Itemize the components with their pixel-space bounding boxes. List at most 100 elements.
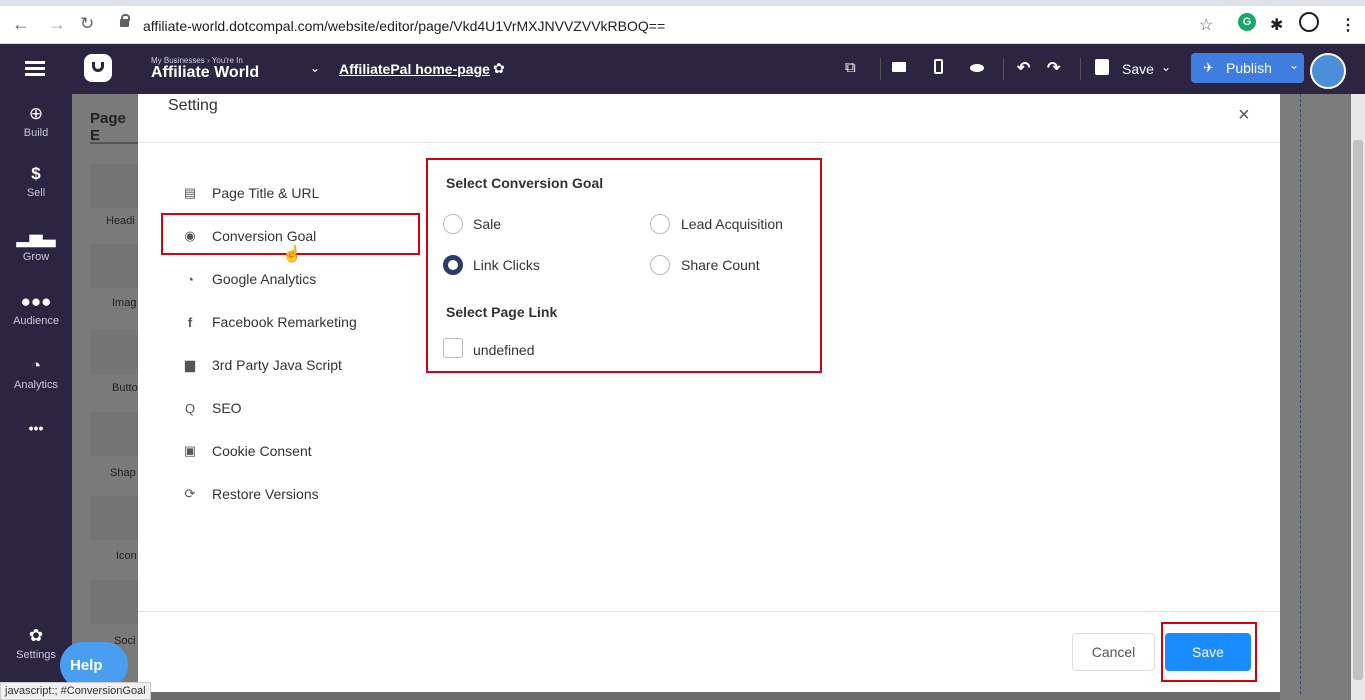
sidebar-item-grow[interactable]: ▂▅▃ Grow [0, 228, 72, 263]
modal-title: Setting [168, 97, 218, 114]
sidebar-item-sell[interactable]: $ Sell [0, 164, 72, 199]
option-label: Share Count [681, 257, 760, 273]
element-label: Shap [110, 467, 136, 479]
menu-item-seo[interactable]: Q SEO [182, 396, 242, 420]
people-icon: ●●● [20, 292, 52, 311]
menu-item-facebook-remarketing[interactable]: f Facebook Remarketing [182, 310, 357, 334]
menu-item-label: 3rd Party Java Script [212, 357, 342, 373]
bar-chart-icon: ▂▅▃ [16, 228, 56, 247]
divider [1080, 58, 1081, 80]
sidebar-item-label: Sell [26, 187, 46, 199]
radio-lead-acquisition[interactable] [650, 214, 670, 234]
preview-eye-icon[interactable] [970, 64, 984, 72]
option-label: Link Clicks [473, 257, 540, 273]
page-link-title: Select Page Link [446, 304, 558, 320]
hand-cursor-icon: ☝ [282, 246, 302, 263]
close-icon[interactable]: × [1238, 104, 1250, 127]
business-name[interactable]: Affiliate World [151, 64, 259, 82]
back-arrow-icon[interactable]: ← [12, 15, 30, 33]
scrollbar[interactable] [1351, 94, 1365, 700]
browser-menu-icon[interactable]: ⋮ [1340, 15, 1356, 35]
sidebar-item-analytics[interactable]: ◔ Analytics [0, 356, 72, 391]
script-icon: ▆ [185, 357, 195, 372]
menu-item-page-title-url[interactable]: ▤ Page Title & URL [182, 181, 320, 205]
element-label: Imag [112, 297, 137, 309]
menu-item-label: Facebook Remarketing [212, 314, 357, 330]
redo-icon[interactable]: ↷ [1047, 58, 1060, 78]
element-tile[interactable] [90, 244, 138, 288]
save-disk-icon[interactable] [1095, 59, 1109, 75]
settings-gear-icon: ✿ [28, 626, 44, 645]
menu-item-label: Page Title & URL [212, 185, 320, 201]
publish-button[interactable]: ✈ Publish ⌄ [1191, 53, 1304, 83]
cancel-button[interactable]: Cancel [1072, 633, 1155, 671]
profile-icon[interactable] [1299, 12, 1319, 32]
grammarly-extension-icon[interactable]: G [1238, 13, 1256, 31]
analytics-icon: ◔ [30, 356, 42, 375]
forward-arrow-icon[interactable]: → [48, 15, 66, 33]
sidebar-item-label: Build [23, 127, 49, 139]
save-dropdown-chevron-icon[interactable]: ⌄ [1161, 60, 1171, 74]
menu-item-3rd-party-javascript[interactable]: ▆ 3rd Party Java Script [182, 353, 342, 377]
option-label: Sale [473, 216, 502, 232]
facebook-icon: f [187, 314, 193, 330]
sidebar-item-audience[interactable]: ●●● Audience [0, 292, 72, 327]
menu-item-google-analytics[interactable]: ◔ Google Analytics [182, 267, 316, 291]
scrollbar-thumb[interactable] [1353, 140, 1363, 680]
radio-sale[interactable] [443, 214, 463, 234]
divider [880, 58, 881, 80]
hamburger-menu-icon[interactable] [25, 61, 45, 77]
reload-icon[interactable]: ↻ [80, 15, 94, 33]
settings-modal: Setting × ▤ Page Title & URL ◉ Conversio… [138, 94, 1280, 692]
element-label: Icon [116, 550, 137, 562]
desktop-view-icon[interactable] [892, 62, 906, 72]
radio-share-count[interactable] [650, 255, 670, 275]
menu-item-label: SEO [212, 400, 242, 416]
mobile-view-icon[interactable] [934, 59, 943, 74]
chevron-down-icon[interactable]: ⌄ [310, 61, 320, 75]
option-label: Lead Acquisition [681, 216, 783, 232]
element-tile[interactable] [90, 412, 138, 456]
panel-title: Page E [90, 110, 126, 144]
menu-item-cookie-consent[interactable]: ▣ Cookie Consent [182, 439, 312, 463]
layers-icon[interactable]: ⧉ [845, 59, 856, 76]
star-icon[interactable]: ☆ [1199, 15, 1213, 35]
lock-icon [120, 14, 130, 27]
modal-header: Setting × [138, 94, 1280, 143]
more-icon: ••• [28, 420, 44, 436]
canvas-guide-line [1300, 94, 1301, 694]
page-settings-gear-icon[interactable]: ✿ [493, 60, 505, 77]
sidebar-item-label: Analytics [13, 379, 59, 391]
app-logo-icon [84, 54, 112, 82]
user-avatar[interactable] [1310, 53, 1346, 89]
save-highlight-box [1161, 622, 1257, 682]
sidebar-item-build[interactable]: ⊕ Build [0, 104, 72, 139]
sidebar-item-label: Grow [22, 251, 50, 263]
cookie-icon: ▣ [183, 443, 197, 458]
browser-toolbar: ← → ↻ affiliate-world.dotcompal.com/webs… [0, 0, 1365, 44]
page-link-checkbox[interactable] [443, 338, 463, 358]
sidebar-item-more[interactable]: ••• [0, 420, 72, 436]
element-label: Butto [112, 382, 138, 394]
menu-item-label: Google Analytics [212, 271, 317, 287]
url-text[interactable]: affiliate-world.dotcompal.com/website/ed… [143, 18, 665, 34]
analytics-icon: ◔ [186, 271, 194, 287]
page-name-link[interactable]: AffiliatePal home-page [339, 61, 490, 77]
element-tile[interactable] [90, 330, 138, 374]
divider [1003, 58, 1004, 80]
dollar-icon: $ [31, 164, 41, 183]
radio-link-clicks[interactable] [443, 255, 463, 275]
undo-icon[interactable]: ↶ [1017, 58, 1030, 78]
publish-dropdown-chevron-icon[interactable]: ⌄ [1289, 58, 1299, 72]
element-tile[interactable] [90, 580, 138, 624]
page-elements-panel: Page E Headi Imag Butto Shap Icon Soci [72, 94, 138, 700]
extensions-puzzle-icon[interactable]: ✱ [1270, 15, 1283, 35]
plus-circle-icon: ⊕ [28, 104, 44, 123]
element-tile[interactable] [90, 164, 138, 208]
element-tile[interactable] [90, 496, 138, 540]
sidebar-item-label: Audience [13, 315, 59, 327]
restore-icon: ⟳ [184, 486, 196, 501]
menu-item-restore-versions[interactable]: ⟳ Restore Versions [182, 482, 319, 506]
top-save-button[interactable]: Save [1122, 61, 1154, 77]
menu-item-label: Cookie Consent [212, 443, 312, 459]
